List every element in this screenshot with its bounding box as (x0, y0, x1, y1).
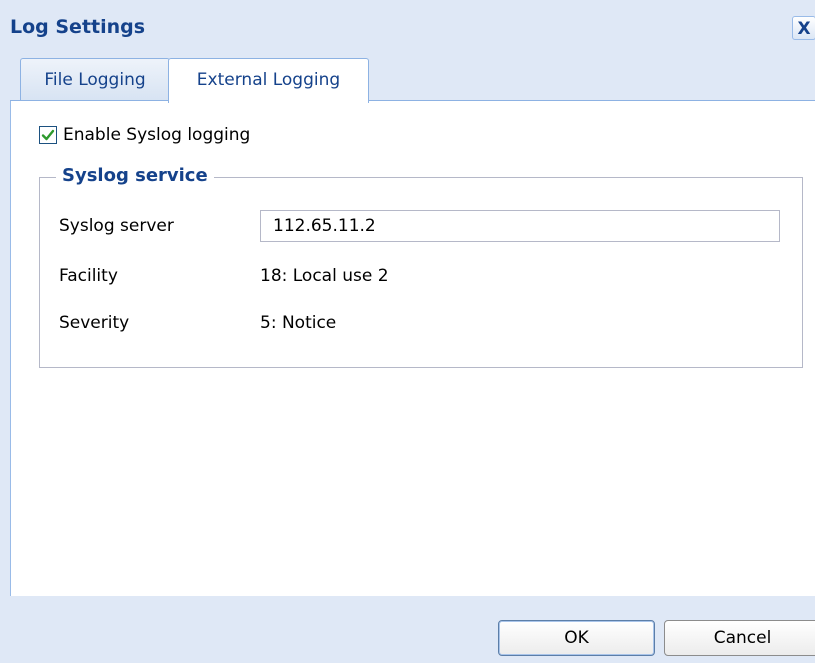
tab-external-logging[interactable]: External Logging (168, 58, 369, 103)
external-logging-panel: Enable Syslog logging Syslog service Sys… (10, 101, 815, 596)
log-settings-dialog: Log Settings X File Logging External Log… (0, 0, 815, 663)
facility-label: Facility (59, 266, 118, 286)
enable-syslog-checkbox[interactable] (39, 126, 57, 144)
tab-file-logging[interactable]: File Logging (20, 58, 170, 101)
dialog-titlebar: Log Settings X (0, 0, 815, 58)
ok-button[interactable]: OK (498, 620, 655, 656)
severity-value: 5: Notice (260, 313, 337, 333)
tab-strip: File Logging External Logging (10, 58, 815, 103)
syslog-server-input[interactable] (260, 210, 780, 242)
syslog-server-label: Syslog server (59, 216, 174, 236)
enable-syslog-label: Enable Syslog logging (63, 125, 251, 145)
cancel-button[interactable]: Cancel (664, 620, 815, 656)
close-icon: X (797, 19, 811, 39)
facility-value: 18: Local use 2 (260, 266, 389, 286)
close-button[interactable]: X (792, 16, 815, 40)
syslog-service-legend: Syslog service (56, 165, 214, 186)
syslog-service-fieldset: Syslog service Syslog server Facility 18… (39, 165, 803, 368)
dialog-footer: OK Cancel (0, 596, 815, 663)
severity-label: Severity (59, 313, 130, 333)
enable-syslog-checkbox-row[interactable]: Enable Syslog logging (39, 124, 250, 146)
checkmark-icon (41, 129, 55, 141)
dialog-title: Log Settings (10, 16, 146, 38)
